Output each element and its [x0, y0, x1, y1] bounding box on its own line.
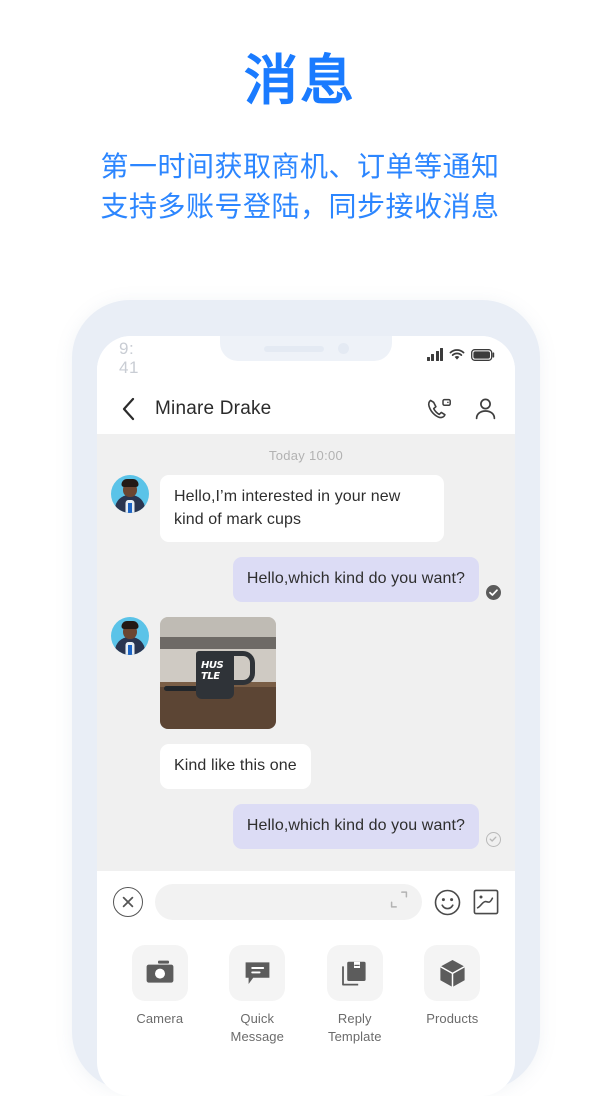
message-row-outgoing: Hello,which kind do you want?: [111, 557, 501, 603]
image-picture-icon: [473, 889, 499, 915]
camera-icon: [146, 960, 174, 983]
message-bubble-incoming[interactable]: Kind like this one: [160, 744, 311, 789]
avatar: [111, 475, 149, 513]
phone-mockup-frame: 9: 41 Minare Drake Today 10:00 Hello,I’m…: [72, 300, 540, 1096]
action-quick-message-label-line2: Message: [230, 1028, 284, 1044]
action-reply-template-icon-box: [326, 945, 383, 1001]
action-quick-message[interactable]: Quick Message: [209, 945, 307, 1045]
notch-speaker-icon: [263, 345, 324, 352]
mug-text-line-2: TLE: [201, 671, 220, 683]
action-reply-template-label-line1: Reply: [337, 1011, 372, 1026]
book-template-icon: [342, 961, 366, 985]
promo-header: 消息 第一时间获取商机、订单等通知 支持多账号登陆，同步接收消息: [0, 0, 600, 227]
emoji-button[interactable]: [434, 889, 461, 916]
phone-notch: [220, 336, 392, 361]
status-time-top: 9:: [119, 339, 135, 358]
message-input[interactable]: [155, 884, 422, 920]
signal-bars-icon: [426, 348, 443, 361]
action-reply-template-label-line2: Template: [327, 1028, 382, 1044]
video-call-icon: [427, 398, 451, 419]
status-bar-clock: 9: 41: [119, 339, 149, 377]
action-quick-message-icon-box: [229, 945, 286, 1001]
message-row-outgoing: Hello,which kind do you want?: [111, 803, 501, 849]
chat-bubble-icon: [245, 961, 270, 984]
chat-contact-name: Minare Drake: [155, 398, 272, 419]
chat-message-list[interactable]: Today 10:00 Hello,I’m interested in your…: [97, 434, 515, 871]
close-circle-icon: [122, 896, 134, 908]
action-quick-message-label-line1: Quick: [240, 1011, 275, 1026]
emoji-smiley-icon: [434, 889, 461, 915]
action-products-icon-box: [424, 945, 481, 1001]
video-call-button[interactable]: [426, 397, 452, 421]
action-camera[interactable]: Camera: [111, 945, 209, 1045]
message-image-attachment[interactable]: HUS TLE: [160, 617, 276, 730]
promo-subtitle: 第一时间获取商机、订单等通知 支持多账号登陆，同步接收消息: [0, 111, 600, 227]
chat-date-divider: Today 10:00: [268, 448, 344, 463]
battery-icon: [471, 349, 495, 361]
promo-subtitle-line-1: 第一时间获取商机、订单等通知: [100, 151, 500, 183]
action-quick-message-label: Quick Message: [231, 1010, 284, 1045]
close-panel-button[interactable]: [113, 887, 143, 917]
message-row-incoming-image: HUS TLE: [111, 617, 501, 730]
message-status-sent-icon: [486, 585, 501, 601]
wifi-icon: [449, 349, 465, 360]
chevron-left-icon: [122, 397, 134, 421]
message-bubble-outgoing[interactable]: Hello,which kind do you want?: [232, 557, 479, 603]
action-products[interactable]: Products: [404, 945, 502, 1045]
message-input-wrapper: [155, 884, 422, 920]
contact-info-button[interactable]: [474, 397, 497, 421]
status-time-bottom: 41: [119, 358, 139, 377]
chat-nav-actions: [426, 397, 497, 421]
message-row-incoming: Kind like this one: [111, 744, 501, 789]
action-products-label: Products: [426, 1011, 479, 1026]
action-reply-template-label: Reply Template: [328, 1010, 382, 1045]
chat-nav-bar: Minare Drake: [97, 384, 515, 434]
phone-screen: 9: 41 Minare Drake Today 10:00 Hello,I’m…: [97, 336, 515, 1096]
message-bubble-outgoing[interactable]: Hello,which kind do you want?: [232, 803, 479, 849]
promo-subtitle-line-2: 支持多账号登陆，同步接收消息: [100, 191, 500, 223]
message-bubble-incoming[interactable]: Hello,I’m interested in your new kind of…: [160, 475, 444, 543]
action-camera-icon-box: [131, 945, 188, 1001]
quick-action-grid: Camera Quick Message Reply Template Prod…: [97, 933, 515, 1046]
action-camera-label: Camera: [136, 1011, 184, 1026]
action-reply-template[interactable]: Reply Template: [306, 945, 404, 1045]
status-bar-icons: [426, 348, 496, 361]
message-status-read-icon: [486, 831, 501, 847]
message-input-bar: [97, 871, 515, 933]
mug-text-line-1: HUS: [201, 660, 224, 672]
back-button[interactable]: [115, 396, 141, 422]
image-attach-button[interactable]: [473, 889, 499, 915]
box-cube-icon: [439, 959, 465, 987]
page-title: 消息: [244, 51, 356, 111]
message-row-incoming: Hello,I’m interested in your new kind of…: [111, 475, 501, 543]
avatar: [111, 617, 149, 656]
contact-person-icon: [475, 398, 496, 420]
notch-camera-icon: [337, 343, 349, 354]
